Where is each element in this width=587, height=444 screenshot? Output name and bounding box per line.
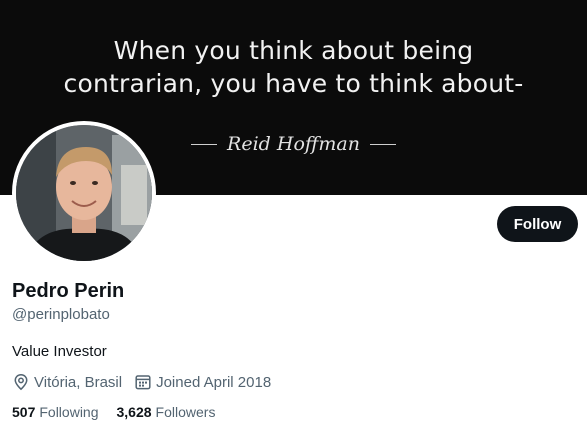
location-text: Vitória, Brasil <box>34 373 123 391</box>
following-link[interactable]: 507 Following <box>12 404 99 420</box>
profile-handle: @perinplobato <box>12 306 110 323</box>
calendar-icon <box>134 373 152 391</box>
banner-quote-line-1: When you think about being <box>113 36 474 65</box>
joined-item: Joined April 2018 <box>134 373 271 391</box>
avatar-photo <box>16 125 152 261</box>
location-item: Vitória, Brasil <box>12 373 122 391</box>
followers-count: 3,628 <box>116 404 152 420</box>
joined-text: Joined April 2018 <box>156 373 272 391</box>
author-dash-right <box>369 143 396 145</box>
profile-bio: Value Investor <box>12 343 107 360</box>
profile-meta: Vitória, Brasil Joined April 2018 <box>12 373 283 391</box>
follow-button[interactable]: Follow <box>497 206 578 242</box>
avatar[interactable] <box>12 121 156 265</box>
followers-label: Followers <box>155 404 216 420</box>
banner-quote-line-2: contrarian, you have to think about- <box>63 69 524 98</box>
followers-link[interactable]: 3,628 Followers <box>117 404 216 420</box>
author-dash-left <box>191 143 218 145</box>
location-pin-icon <box>12 373 30 391</box>
following-label: Following <box>39 404 99 420</box>
following-count: 507 <box>12 404 36 420</box>
profile-stats: 507 Following 3,628 Followers <box>12 404 233 420</box>
profile-name: Pedro Perin <box>12 280 125 302</box>
banner-quote-author: Reid Hoffman <box>227 133 360 155</box>
